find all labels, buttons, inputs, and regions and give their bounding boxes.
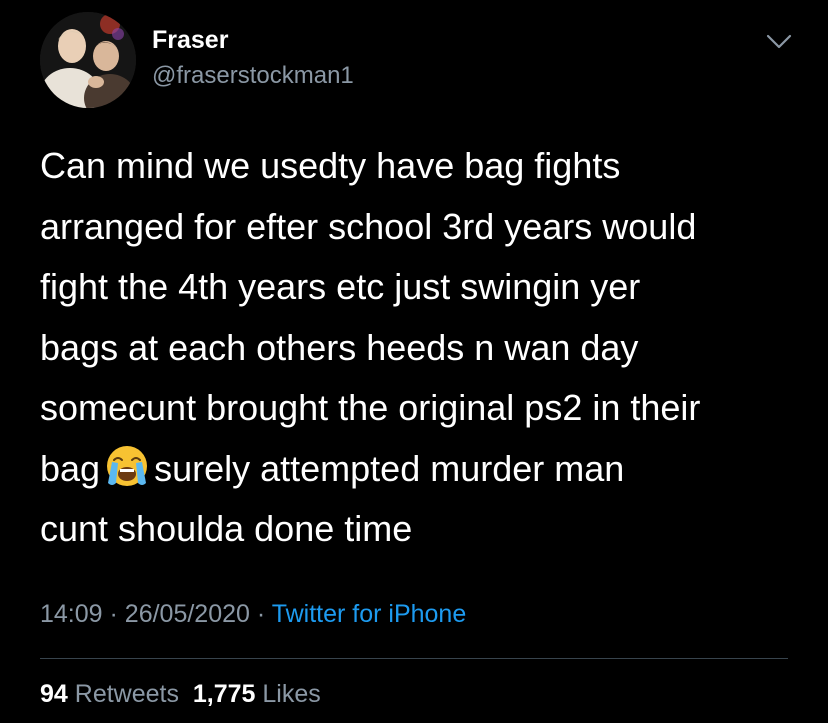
user-handle[interactable]: @fraserstockman1 xyxy=(152,62,354,90)
tweet-word: bag xyxy=(40,447,101,489)
tweet-meta: 14:09 · 26/05/2020 · Twitter for iPhone xyxy=(40,600,466,629)
retweets-label: Retweets xyxy=(74,680,179,708)
tweet-line: bags at each others heeds n wan day xyxy=(40,326,639,368)
retweets-count: 94 xyxy=(40,680,68,708)
tweet-word: surely attempted murder man xyxy=(154,447,625,489)
display-name[interactable]: Fraser xyxy=(152,26,228,55)
tweet-line: cunt shoulda done time xyxy=(40,508,413,549)
tweet-stats: 94 Retweets 1,775 Likes xyxy=(40,680,321,709)
tweet-line: somecunt brought the original ps2 in the… xyxy=(40,387,701,428)
tweet-source-link[interactable]: Twitter for iPhone xyxy=(272,600,467,628)
meta-separator: · xyxy=(256,600,266,628)
likes-count: 1,775 xyxy=(192,680,256,708)
avatar[interactable] xyxy=(40,12,136,108)
tweet-line: fight the 4th years etc just swingin yer xyxy=(40,266,641,307)
avatar-photo xyxy=(40,12,136,108)
tweet-line: bag surely attempted murder man xyxy=(40,439,800,500)
chevron-down-icon[interactable] xyxy=(764,30,794,52)
divider xyxy=(40,658,788,659)
tweet-card: Fraser @fraserstockman1 Can mind we used… xyxy=(0,0,828,723)
tweet-line: arranged for efter school 3rd years woul… xyxy=(40,205,697,247)
meta-separator: · xyxy=(109,600,118,628)
tweet-line: Can mind we usedty have bag fights xyxy=(40,145,621,186)
loudly-crying-face-icon xyxy=(107,445,148,486)
tweet-date[interactable]: 26/05/2020 xyxy=(125,600,250,628)
retweets-stat[interactable]: 94 Retweets xyxy=(40,680,179,708)
likes-stat[interactable]: 1,775 Likes xyxy=(193,680,321,708)
tweet-time[interactable]: 14:09 xyxy=(40,600,103,628)
tweet-text: Can mind we usedty have bag fights arran… xyxy=(40,136,800,560)
likes-label: Likes xyxy=(262,680,321,708)
